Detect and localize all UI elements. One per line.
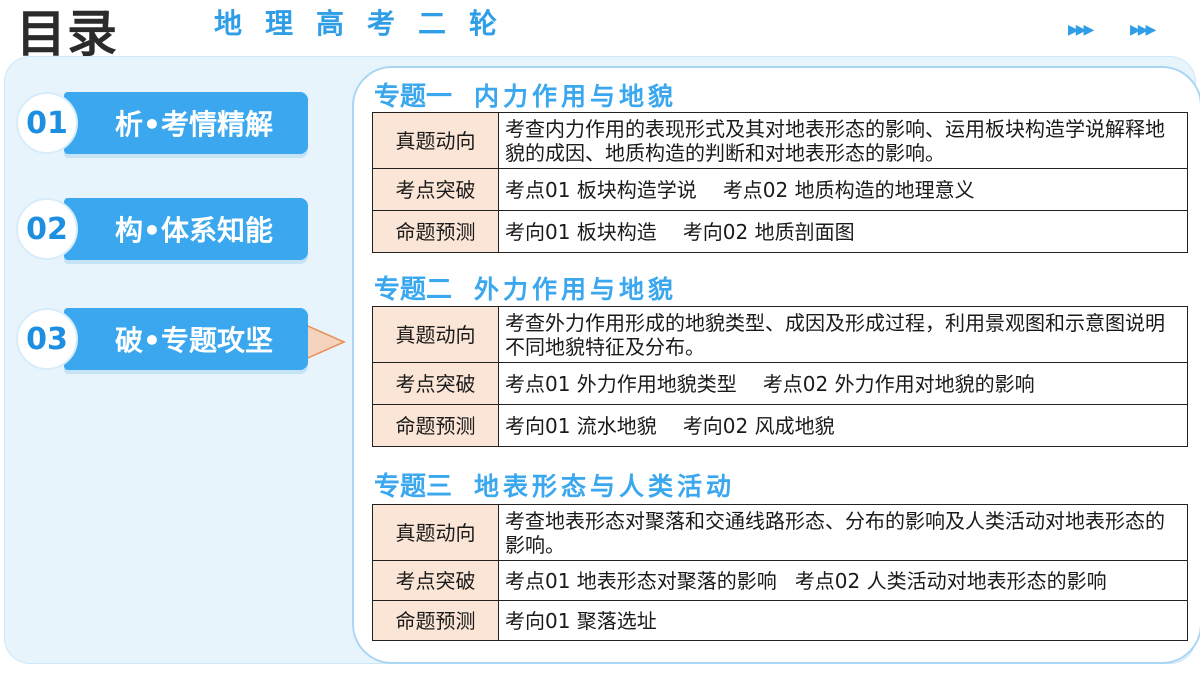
row-label: 真题动向 [372,306,499,363]
row-content: 考查外力作用形成的地貌类型、成因及形成过程，利用景观图和示意图说明不同地貌特征及… [498,306,1188,363]
topic-table: 真题动向 考查内力作用的表现形式及其对地表形态的影响、运用板块构造学说解释地貌的… [372,112,1188,253]
table-row: 考点突破 考点01 地表形态对聚落的影响 考点02 人类活动对地表形态的影响 [372,560,1188,601]
row-content: 考向01 聚落选址 [498,600,1188,641]
topic-point: 考点01 板块构造学说 [505,177,697,202]
topic-name: 内力作用与地貌 [474,82,678,111]
topic-point: 考点02 人类活动对地表形态的影响 [794,568,1107,593]
nav-label: 析•考情精解 [64,92,308,154]
row-label: 命题预测 [372,600,499,641]
nav-label: 构•体系知能 [64,198,308,260]
topic-point: 考点01 地表形态对聚落的影响 [505,568,777,593]
topic-point: 考点02 地质构造的地理意义 [722,177,975,202]
topic-point: 考点02 外力作用对地貌的影响 [762,371,1035,396]
row-label: 考点突破 [372,362,499,405]
topic-direction: 考向02 地质剖面图 [682,219,855,244]
row-content: 考点01 板块构造学说 考点02 地质构造的地理意义 [498,168,1188,211]
page-title: 目录 [16,5,118,63]
row-label: 真题动向 [372,504,499,561]
table-row: 考点突破 考点01 板块构造学说 考点02 地质构造的地理意义 [372,168,1188,211]
nav-label: 破•专题攻坚 [64,308,308,370]
topic-number: 专题一 [374,82,453,112]
topic-table: 真题动向 考查地表形态对聚落和交通线路形态、分布的影响及人类活动对地表形态的影响… [372,504,1188,641]
topic-heading: 专题一 内力作用与地貌 [374,76,677,113]
topic-name: 地表形态与人类活动 [474,472,736,501]
row-content: 考查内力作用的表现形式及其对地表形态的影响、运用板块构造学说解释地貌的成因、地质… [498,112,1188,169]
page-subtitle: 地理高考二轮 [214,7,521,40]
row-label: 命题预测 [372,210,499,253]
row-label: 命题预测 [372,404,499,447]
topic-table: 真题动向 考查外力作用形成的地貌类型、成因及形成过程，利用景观图和示意图说明不同… [372,306,1188,447]
triple-chevron-icon: ▶▶▶ [1130,22,1156,38]
topic-direction: 考向01 流水地貌 [505,413,657,438]
nav-number: 03 [16,308,78,370]
topic-direction: 考向02 风成地貌 [682,413,835,438]
active-arrow-highlight [306,326,342,358]
table-row: 命题预测 考向01 板块构造 考向02 地质剖面图 [372,210,1188,253]
table-row: 命题预测 考向01 聚落选址 [372,600,1188,641]
row-label: 考点突破 [372,560,499,601]
topic-number: 专题二 [374,275,453,305]
table-row: 真题动向 考查地表形态对聚落和交通线路形态、分布的影响及人类活动对地表形态的影响… [372,504,1188,561]
topic-name: 外力作用与地貌 [474,275,678,304]
triple-chevron-icon: ▶▶▶ [1068,22,1094,38]
row-content: 考向01 流水地貌 考向02 风成地貌 [498,404,1188,447]
row-content: 考查地表形态对聚落和交通线路形态、分布的影响及人类活动对地表形态的影响。 [498,504,1188,561]
topic-direction: 考向01 板块构造 [505,219,657,244]
row-content: 考点01 地表形态对聚落的影响 考点02 人类活动对地表形态的影响 [498,560,1188,601]
table-row: 真题动向 考查外力作用形成的地貌类型、成因及形成过程，利用景观图和示意图说明不同… [372,306,1188,363]
topic-number: 专题三 [374,472,453,502]
nav-number: 02 [16,198,78,260]
table-row: 考点突破 考点01 外力作用地貌类型 考点02 外力作用对地貌的影响 [372,362,1188,405]
row-label: 考点突破 [372,168,499,211]
topic-direction: 考向01 聚落选址 [505,608,657,633]
topic-point: 考点01 外力作用地貌类型 [505,371,737,396]
topic-heading: 专题二 外力作用与地貌 [374,269,677,306]
topic-heading: 专题三 地表形态与人类活动 [374,466,735,503]
table-row: 命题预测 考向01 流水地貌 考向02 风成地貌 [372,404,1188,447]
row-content: 考向01 板块构造 考向02 地质剖面图 [498,210,1188,253]
row-label: 真题动向 [372,112,499,169]
table-row: 真题动向 考查内力作用的表现形式及其对地表形态的影响、运用板块构造学说解释地貌的… [372,112,1188,169]
nav-number: 01 [16,92,78,154]
row-content: 考点01 外力作用地貌类型 考点02 外力作用对地貌的影响 [498,362,1188,405]
